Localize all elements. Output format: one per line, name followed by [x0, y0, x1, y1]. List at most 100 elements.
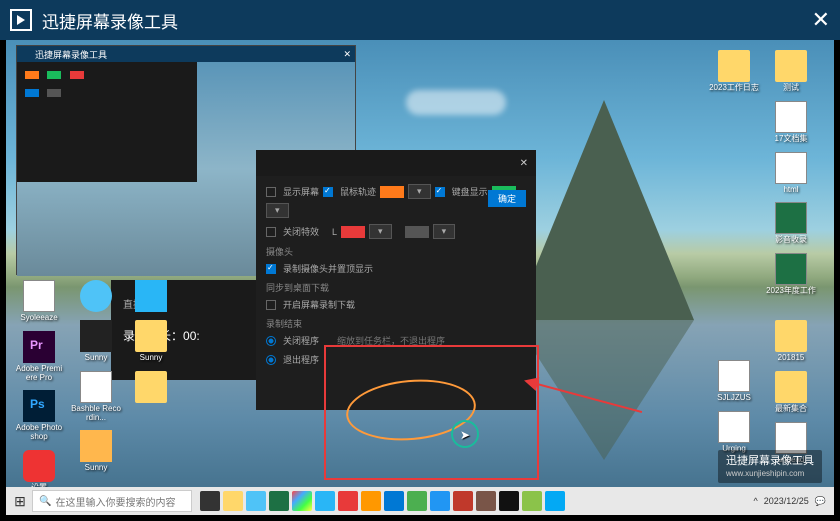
watermark: 迅捷屏幕录像工具 www.xunjieshipin.com: [718, 450, 822, 483]
app-icon: [23, 280, 55, 312]
file-icon: [775, 101, 807, 133]
taskbar-app-icon[interactable]: [430, 491, 450, 511]
wallpaper-mountain: [514, 100, 694, 320]
taskbar-app-icon[interactable]: [269, 491, 289, 511]
checkbox-mouse-trail[interactable]: [323, 187, 333, 197]
watermark-title: 迅捷屏幕录像工具: [726, 454, 814, 468]
desktop-icon[interactable]: html: [766, 152, 816, 195]
taskbar-app-icon[interactable]: [407, 491, 427, 511]
checkbox-show-screen[interactable]: [266, 187, 276, 197]
tray-date[interactable]: 2023/12/25: [764, 496, 809, 506]
app-titlebar: 迅捷屏幕录像工具 ✕: [0, 0, 840, 40]
desktop-icons-right: 测试 17文档集 html 影音收录 2023年度工作: [766, 50, 826, 304]
app-icon: [23, 450, 55, 482]
photoshop-icon: [23, 390, 55, 422]
desktop-icon[interactable]: [71, 280, 121, 312]
system-tray: ^ 2023/12/25 💬: [754, 496, 833, 507]
taskbar-app-icon[interactable]: [545, 491, 565, 511]
color-swatch-grey[interactable]: [405, 226, 429, 238]
taskbar-apps: [200, 491, 565, 511]
folder-icon: [775, 50, 807, 82]
desktop-icon[interactable]: 201815: [766, 320, 816, 363]
nested-close-button[interactable]: ✕: [343, 49, 351, 60]
taskbar-app-icon[interactable]: [453, 491, 473, 511]
desktop-icon[interactable]: 2023工作日志: [709, 50, 759, 93]
desktop-icon[interactable]: Adobe Photoshop: [14, 390, 64, 442]
folder-icon: [775, 371, 807, 403]
desktop-icon[interactable]: Sunny: [71, 430, 121, 473]
desktop-icons-left-2: Sunny Bashble Recordin... Sunny: [71, 280, 121, 481]
start-button[interactable]: ⊞: [8, 489, 32, 513]
taskbar-app-icon[interactable]: [361, 491, 381, 511]
desktop-icon[interactable]: Urging: [709, 411, 759, 454]
premiere-icon: [23, 331, 55, 363]
taskbar-app-icon[interactable]: [476, 491, 496, 511]
app-icon: [80, 320, 112, 352]
color-dropdown[interactable]: ▾: [369, 224, 392, 239]
color-chip: [47, 71, 61, 79]
taskbar-app-icon[interactable]: [338, 491, 358, 511]
checkbox-camera-record[interactable]: [266, 264, 276, 274]
cursor-icon: ➤: [460, 428, 470, 442]
taskbar-app-icon[interactable]: [499, 491, 519, 511]
section-camera: 摄像头: [266, 245, 526, 258]
tray-notification-icon[interactable]: 💬: [815, 496, 826, 507]
folder-icon: [775, 320, 807, 352]
confirm-button[interactable]: 确定: [488, 190, 526, 207]
section-download: 同步到桌面下载: [266, 281, 526, 294]
excel-icon: [775, 253, 807, 285]
taskbar-app-icon[interactable]: [522, 491, 542, 511]
taskbar-chrome-icon[interactable]: [292, 491, 312, 511]
color-dropdown[interactable]: ▾: [433, 224, 456, 239]
radio-close-program[interactable]: [266, 336, 276, 346]
desktop-icon[interactable]: Syoleeaze: [14, 280, 64, 323]
taskbar-app-icon[interactable]: [246, 491, 266, 511]
file-icon: [775, 152, 807, 184]
tray-chevron-icon[interactable]: ^: [754, 496, 758, 506]
nested-titlebar: 迅捷屏幕录像工具 ✕: [17, 46, 355, 62]
checkbox-download[interactable]: [266, 300, 276, 310]
desktop-icon[interactable]: [126, 280, 176, 312]
file-icon: [775, 422, 807, 454]
color-chip: [47, 89, 61, 97]
settings-close-button[interactable]: ✕: [520, 158, 528, 169]
desktop-icon[interactable]: Adobe Premiere Pro: [14, 331, 64, 383]
desktop-icon[interactable]: 17文档集: [766, 101, 816, 144]
desktop-icon[interactable]: 影音收录: [766, 202, 816, 245]
nested-title: 迅捷屏幕录像工具: [35, 48, 107, 61]
search-icon: 🔍: [39, 496, 51, 507]
desktop-icons-left-3: Sunny: [126, 280, 176, 411]
desktop-icon[interactable]: [126, 371, 176, 403]
color-chip: [25, 71, 39, 79]
settings-titlebar: ✕: [256, 150, 536, 176]
taskbar-app-icon[interactable]: [384, 491, 404, 511]
file-icon: [718, 360, 750, 392]
desktop-icon[interactable]: Bashble Recordin...: [71, 371, 121, 423]
color-dropdown[interactable]: ▾: [266, 203, 289, 218]
color-swatch-orange[interactable]: [380, 186, 404, 198]
app-icon: [135, 280, 167, 312]
close-button[interactable]: ✕: [812, 7, 830, 33]
desktop-icons-left: Syoleeaze Adobe Premiere Pro Adobe Photo…: [14, 280, 64, 501]
taskbar-app-icon[interactable]: [315, 491, 335, 511]
app-icon: [80, 371, 112, 403]
app-title: 迅捷屏幕录像工具: [42, 8, 178, 33]
desktop-icon[interactable]: 最新集合: [766, 371, 816, 414]
color-dropdown[interactable]: ▾: [408, 184, 431, 199]
search-input[interactable]: 🔍 在这里输入你要搜索的内容: [32, 490, 192, 512]
checkbox-keyboard[interactable]: [435, 187, 445, 197]
desktop-icon[interactable]: 测试: [766, 50, 816, 93]
desktop-icons-right-2: 2023工作日志: [709, 50, 769, 101]
color-swatch-red[interactable]: [341, 226, 365, 238]
desktop-icon[interactable]: SJLJZUS: [709, 360, 759, 403]
checkbox-disable-effects[interactable]: [266, 227, 276, 237]
nested-logo-icon: [21, 49, 31, 59]
taskbar-app-icon[interactable]: [223, 491, 243, 511]
taskbar-app-icon[interactable]: [200, 491, 220, 511]
desktop-icon[interactable]: Sunny: [71, 320, 121, 363]
desktop-icon[interactable]: Sunny: [126, 320, 176, 363]
desktop-icon[interactable]: 2023年度工作: [766, 253, 816, 296]
file-icon: [718, 411, 750, 443]
desktop-icons-lower-right-2: SJLJZUS Urging: [709, 360, 769, 462]
radio-exit-program[interactable]: [266, 355, 276, 365]
